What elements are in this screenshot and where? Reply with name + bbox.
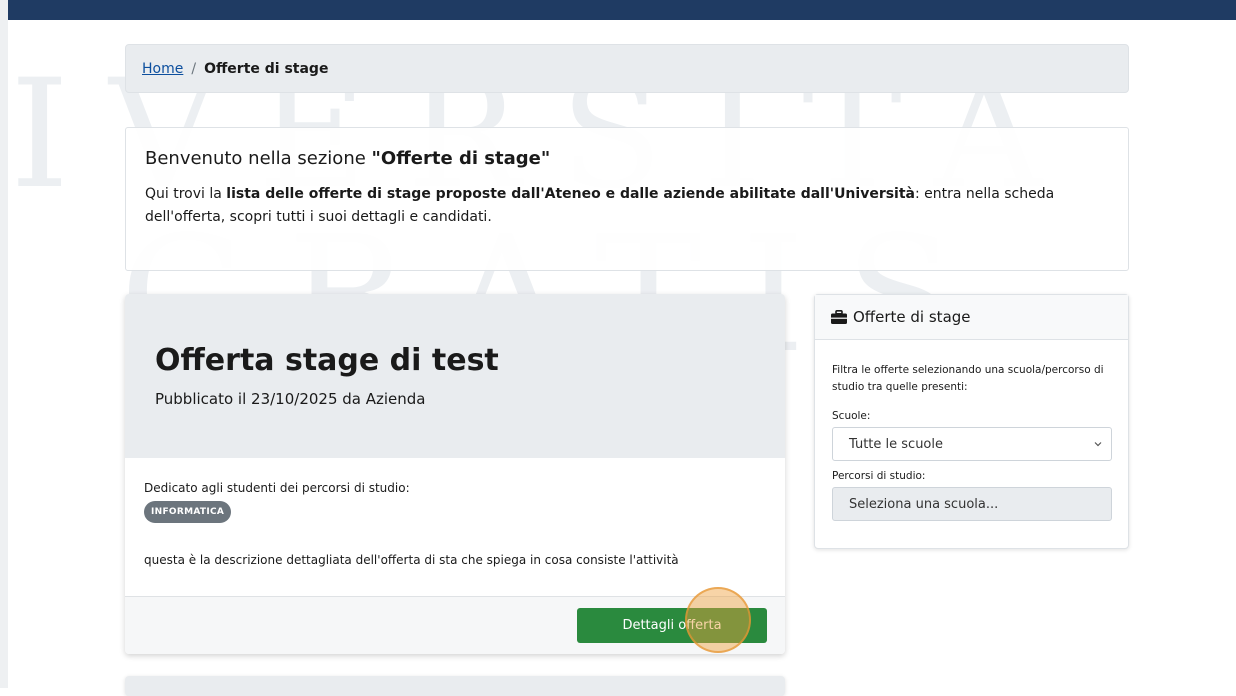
- paths-label: Percorsi di studio:: [832, 470, 926, 482]
- filter-body: Filtra le offerte selezionando una scuol…: [815, 340, 1128, 521]
- filter-title: Offerte di stage: [853, 308, 971, 326]
- intro-title: Benvenuto nella sezione "Offerte di stag…: [145, 148, 1109, 169]
- offer-details-button[interactable]: Dettagli offerta: [577, 608, 767, 643]
- paths-select[interactable]: Seleziona una scuola...: [832, 487, 1112, 521]
- offer-header: Offerta stage di test Pubblicato il 23/1…: [125, 294, 785, 458]
- schools-select-value: Tutte le scuole: [849, 436, 943, 452]
- intro-panel: Benvenuto nella sezione "Offerte di stag…: [125, 127, 1129, 271]
- filter-panel: Offerte di stage Filtra le offerte selez…: [814, 294, 1129, 549]
- paths-select-placeholder: Seleziona una scuola...: [849, 496, 999, 512]
- breadcrumb: Home / Offerte di stage: [125, 44, 1129, 93]
- offer-dedicated-label: Dedicato agli studenti dei percorsi di s…: [144, 481, 410, 495]
- schools-label: Scuole:: [832, 410, 871, 422]
- offer-card: Offerta stage di test Pubblicato il 23/1…: [125, 294, 785, 654]
- briefcase-icon: [831, 310, 847, 324]
- breadcrumb-separator: /: [191, 60, 197, 77]
- offer-title: Offerta stage di test: [155, 343, 499, 378]
- left-edge: [0, 0, 8, 688]
- breadcrumb-home-link[interactable]: Home: [142, 61, 183, 77]
- filter-header: Offerte di stage: [815, 295, 1128, 340]
- chevron-down-icon: [1094, 442, 1102, 447]
- study-path-badge: INFORMATICA: [144, 501, 232, 523]
- intro-text: Qui trovi la lista delle offerte di stag…: [145, 183, 1109, 229]
- offer-published: Pubblicato il 23/10/2025 da Azienda: [155, 390, 426, 408]
- offer-footer: Dettagli offerta: [125, 587, 785, 654]
- schools-select[interactable]: Tutte le scuole: [832, 427, 1112, 461]
- offer-description: questa è la descrizione dettagliata dell…: [144, 553, 679, 567]
- intro-text-prefix: Qui trovi la: [145, 186, 227, 202]
- intro-title-prefix: Benvenuto nella sezione: [145, 148, 372, 169]
- next-offer-card: [125, 676, 785, 696]
- offer-body: Dedicato agli studenti dei percorsi di s…: [125, 458, 785, 598]
- breadcrumb-current: Offerte di stage: [204, 60, 329, 77]
- top-navbar: [8, 0, 1236, 20]
- intro-title-bold: "Offerte di stage": [371, 148, 551, 169]
- filter-intro: Filtra le offerte selezionando una scuol…: [832, 364, 1104, 393]
- intro-text-bold: lista delle offerte di stage proposte da…: [226, 186, 915, 202]
